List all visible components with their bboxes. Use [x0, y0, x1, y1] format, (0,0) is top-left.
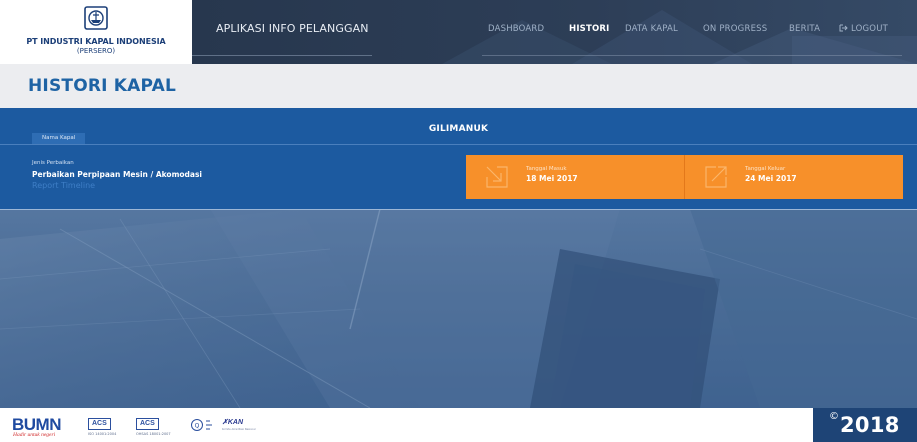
- arrow-in-icon: [486, 166, 508, 188]
- acs-cert-sub-1: ISO 14001:2004: [88, 432, 117, 436]
- ship-name: GILIMANUK: [428, 124, 489, 134]
- ship-info-divider: [0, 144, 917, 145]
- date-in-card: Tanggal Masuk 18 Mei 2017: [466, 155, 684, 199]
- report-timeline-link[interactable]: Report Timeline: [32, 181, 95, 190]
- iso-cert-icon: Q: [191, 419, 212, 431]
- arrow-out-icon: [705, 166, 727, 188]
- hero-background-image: [0, 209, 917, 408]
- kan-subtitle: Komite Akreditasi Nasional: [222, 428, 256, 431]
- page-title: HISTORI KAPAL: [28, 76, 176, 96]
- company-sub: (PERSERO): [76, 47, 116, 55]
- date-in-value: 18 Mei 2017: [526, 174, 578, 183]
- acs-cert-badge-1: ACS: [88, 418, 111, 430]
- nav-berita[interactable]: BERITA: [789, 24, 820, 34]
- footer: BUMN Hadir untuk negeri ACS ISO 14001:20…: [0, 408, 917, 442]
- acs-cert-sub-2: OHSAS 18001:2007: [136, 432, 171, 436]
- logout-icon: [839, 24, 848, 32]
- repair-type-value: Perbaikan Perpipaan Mesin / Akomodasi: [32, 170, 203, 179]
- bumn-logo: BUMN: [12, 415, 62, 434]
- ship-name-badge: Nama Kapal: [32, 133, 86, 144]
- top-navbar: APLIKASI INFO PELANGGAN DASHBOARD HISTOR…: [192, 0, 917, 64]
- nav-underline: [482, 55, 902, 56]
- nav-dashboard[interactable]: DASHBOARD: [488, 24, 544, 34]
- date-out-card: Tanggal Keluar 24 Mei 2017: [685, 155, 903, 199]
- page-root: PT INDUSTRI KAPAL INDONESIA (PERSERO) AP…: [0, 0, 917, 442]
- ship-emblem-icon: [84, 6, 108, 30]
- kan-logo: ✗KAN: [222, 419, 244, 426]
- bumn-tagline: Hadir untuk negeri: [13, 432, 56, 438]
- page-title-bar: HISTORI KAPAL: [0, 64, 917, 108]
- blueprint-photo-decoration: [0, 209, 917, 408]
- kan-text: KAN: [227, 419, 244, 426]
- nav-logout[interactable]: LOGOUT: [839, 24, 888, 34]
- nav-histori[interactable]: HISTORI: [569, 24, 610, 34]
- app-title: APLIKASI INFO PELANGGAN: [216, 22, 369, 35]
- date-out-label: Tanggal Keluar: [745, 166, 786, 172]
- nav-on-progress[interactable]: ON PROGRESS: [703, 24, 767, 34]
- svg-text:Q: Q: [195, 423, 200, 430]
- repair-type-label: Jenis Perbaikan: [32, 160, 74, 166]
- hero-top-border: [0, 209, 917, 210]
- copyright-icon: ©: [829, 411, 839, 422]
- date-out-value: 24 Mei 2017: [745, 174, 797, 183]
- title-underline: [192, 55, 372, 56]
- copyright-year-box: © 2018: [813, 408, 917, 442]
- nav-data-kapal[interactable]: DATA KAPAL: [625, 24, 678, 34]
- brand-logo-block[interactable]: PT INDUSTRI KAPAL INDONESIA (PERSERO): [0, 0, 192, 64]
- acs-cert-badge-2: ACS: [136, 418, 159, 430]
- company-name: PT INDUSTRI KAPAL INDONESIA: [26, 37, 166, 46]
- copyright-year: 2018: [840, 413, 900, 437]
- logout-label: LOGOUT: [851, 24, 889, 34]
- date-in-label: Tanggal Masuk: [526, 166, 567, 172]
